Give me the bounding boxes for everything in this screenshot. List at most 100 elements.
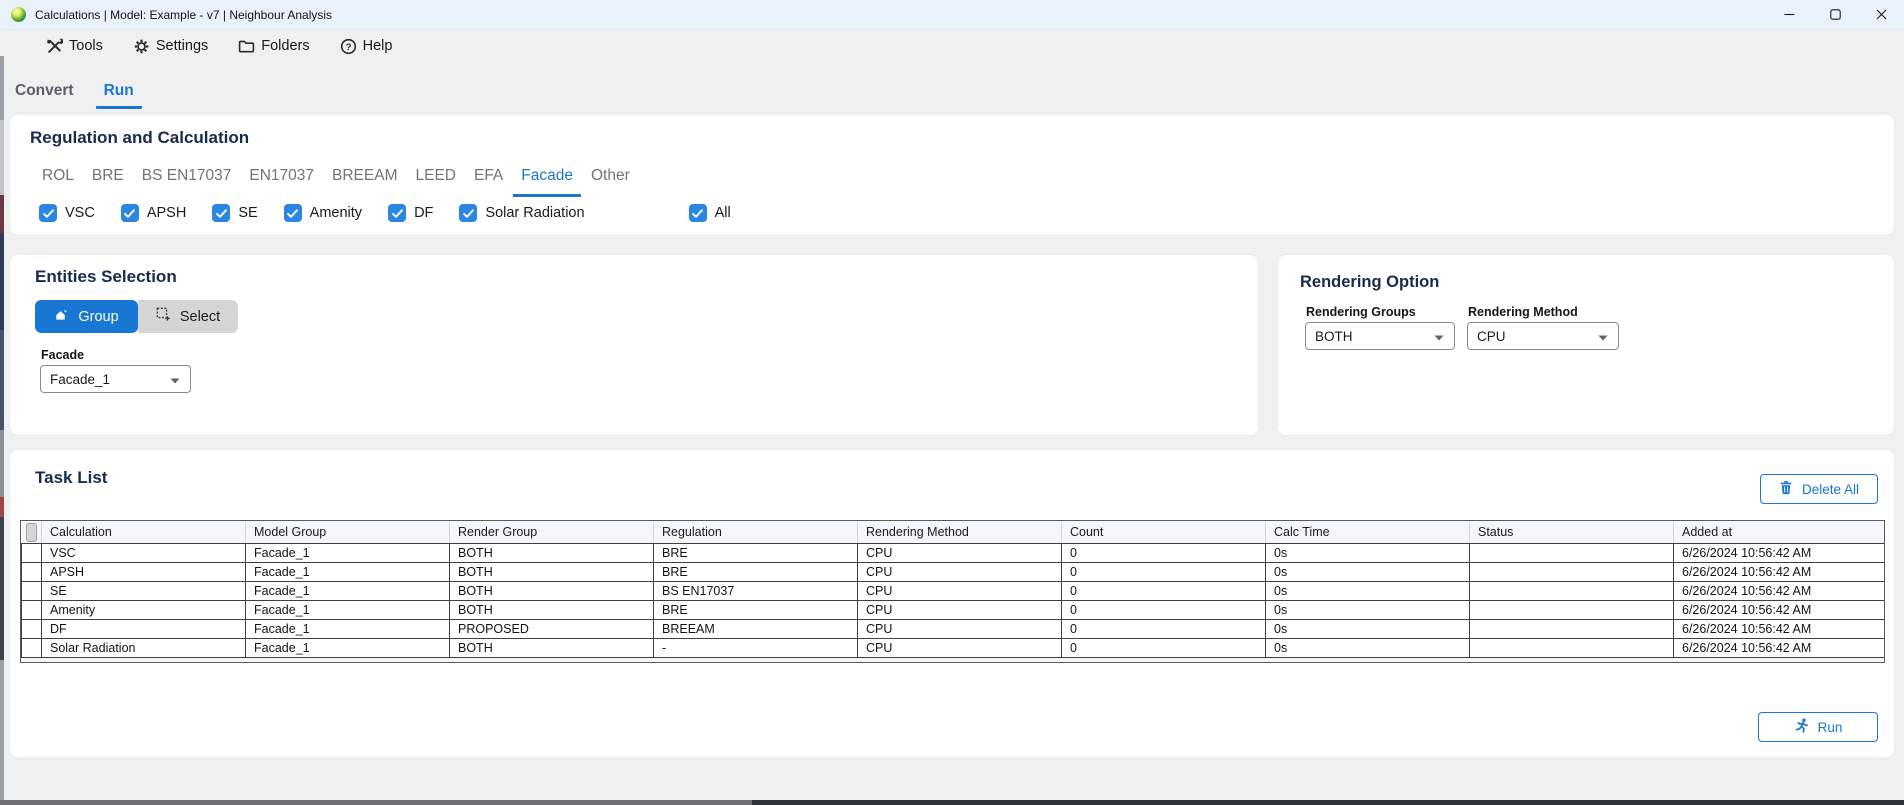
table-cell bbox=[1470, 620, 1674, 639]
table-cell: 0 bbox=[1062, 639, 1266, 658]
column-header-count[interactable]: Count bbox=[1062, 521, 1266, 544]
checkbox-all[interactable]: All bbox=[689, 204, 731, 222]
column-header-regulation[interactable]: Regulation bbox=[654, 521, 858, 544]
column-header-rendering-method[interactable]: Rendering Method bbox=[858, 521, 1062, 544]
table-cell: CPU bbox=[858, 544, 1062, 563]
menu-help[interactable]: ? Help bbox=[340, 38, 393, 55]
table-cell: BOTH bbox=[450, 601, 654, 620]
select-marquee-icon bbox=[156, 307, 171, 326]
table-cell: BOTH bbox=[450, 563, 654, 582]
checkbox-checked-icon bbox=[212, 204, 230, 222]
regulation-tab-bre[interactable]: BRE bbox=[84, 167, 132, 197]
regulation-tab-other[interactable]: Other bbox=[583, 167, 638, 197]
table-cell: 0 bbox=[1062, 544, 1266, 563]
regulation-card: Regulation and Calculation ROL BRE BS EN… bbox=[10, 115, 1894, 235]
regulation-tab-en17037[interactable]: EN17037 bbox=[241, 167, 322, 197]
minimize-button[interactable] bbox=[1766, 0, 1812, 29]
checkbox-label: APSH bbox=[147, 205, 187, 221]
menu-label: Help bbox=[363, 38, 393, 54]
svg-text:?: ? bbox=[345, 41, 351, 52]
maximize-button[interactable] bbox=[1812, 0, 1858, 29]
table-row[interactable]: AmenityFacade_1BOTHBRECPU00s6/26/2024 10… bbox=[22, 601, 1885, 620]
delete-all-label: Delete All bbox=[1802, 482, 1859, 497]
table-cell: 0 bbox=[1062, 582, 1266, 601]
row-selector[interactable] bbox=[22, 639, 42, 658]
row-selector[interactable] bbox=[22, 620, 42, 639]
runner-icon bbox=[1794, 718, 1809, 737]
menu-label: Folders bbox=[261, 38, 309, 54]
table-cell: 0s bbox=[1266, 601, 1470, 620]
table-row[interactable]: DFFacade_1PROPOSEDBREEAMCPU00s6/26/2024 … bbox=[22, 620, 1885, 639]
table-row[interactable]: APSHFacade_1BOTHBRECPU00s6/26/2024 10:56… bbox=[22, 563, 1885, 582]
regulation-tab-leed[interactable]: LEED bbox=[407, 167, 464, 197]
table-cell: CPU bbox=[858, 582, 1062, 601]
table-cell: 0s bbox=[1266, 544, 1470, 563]
tools-icon bbox=[46, 38, 63, 55]
table-row[interactable]: VSCFacade_1BOTHBRECPU00s6/26/2024 10:56:… bbox=[22, 544, 1885, 563]
column-header-status[interactable]: Status bbox=[1470, 521, 1674, 544]
regulation-tab-facade[interactable]: Facade bbox=[513, 167, 581, 197]
group-mode-button[interactable]: Group bbox=[35, 300, 138, 333]
table-cell: BRE bbox=[654, 563, 858, 582]
checkbox-apsh[interactable]: APSH bbox=[121, 204, 187, 222]
column-header-calculation[interactable]: Calculation bbox=[42, 521, 246, 544]
tab-run[interactable]: Run bbox=[96, 62, 142, 109]
checkbox-checked-icon bbox=[388, 204, 406, 222]
column-header-model-group[interactable]: Model Group bbox=[246, 521, 450, 544]
task-table-grid: CalculationModel GroupRender GroupRegula… bbox=[21, 521, 1885, 658]
table-cell bbox=[1470, 639, 1674, 658]
group-button-label: Group bbox=[78, 309, 118, 325]
regulation-tab-rol[interactable]: ROL bbox=[34, 167, 82, 197]
rendering-groups-label: Rendering Groups bbox=[1306, 305, 1416, 319]
table-cell: 6/26/2024 10:56:42 AM bbox=[1674, 582, 1885, 601]
tab-convert[interactable]: Convert bbox=[7, 62, 82, 106]
select-all-header[interactable] bbox=[22, 521, 42, 544]
column-header-calc-time[interactable]: Calc Time bbox=[1266, 521, 1470, 544]
table-cell: 6/26/2024 10:56:42 AM bbox=[1674, 639, 1885, 658]
menu-folders[interactable]: Folders bbox=[238, 38, 309, 55]
checkbox-solar-radiation[interactable]: Solar Radiation bbox=[459, 204, 584, 222]
titlebar: Calculations | Model: Example - v7 | Nei… bbox=[0, 0, 1904, 30]
checkbox-amenity[interactable]: Amenity bbox=[284, 204, 362, 222]
facade-dropdown-value: Facade_1 bbox=[50, 372, 110, 387]
facade-field-label: Facade bbox=[41, 348, 84, 362]
table-cell: Solar Radiation bbox=[42, 639, 246, 658]
checkbox-se[interactable]: SE bbox=[212, 204, 257, 222]
run-button[interactable]: Run bbox=[1758, 712, 1878, 742]
row-selector-pill bbox=[26, 523, 37, 542]
table-cell: Facade_1 bbox=[246, 563, 450, 582]
checkbox-label: SE bbox=[238, 205, 257, 221]
table-cell: 0s bbox=[1266, 620, 1470, 639]
table-cell: BRE bbox=[654, 544, 858, 563]
checkbox-df[interactable]: DF bbox=[388, 204, 433, 222]
row-selector[interactable] bbox=[22, 544, 42, 563]
table-cell: Facade_1 bbox=[246, 620, 450, 639]
column-header-added-at[interactable]: Added at bbox=[1674, 521, 1885, 544]
row-selector[interactable] bbox=[22, 563, 42, 582]
row-selector[interactable] bbox=[22, 601, 42, 620]
select-mode-button[interactable]: Select bbox=[138, 300, 238, 333]
menu-label: Settings bbox=[156, 38, 208, 54]
facade-dropdown[interactable]: Facade_1 bbox=[40, 365, 191, 393]
rendering-groups-dropdown[interactable]: BOTH bbox=[1305, 322, 1455, 350]
table-row[interactable]: SEFacade_1BOTHBS EN17037CPU00s6/26/2024 … bbox=[22, 582, 1885, 601]
close-button[interactable] bbox=[1858, 0, 1904, 29]
checkbox-checked-icon bbox=[459, 204, 477, 222]
row-selector[interactable] bbox=[22, 582, 42, 601]
table-cell: CPU bbox=[858, 601, 1062, 620]
column-header-render-group[interactable]: Render Group bbox=[450, 521, 654, 544]
chevron-down-icon bbox=[1598, 329, 1608, 344]
menu-tools[interactable]: Tools bbox=[46, 38, 103, 55]
table-row[interactable]: Solar RadiationFacade_1BOTH-CPU00s6/26/2… bbox=[22, 639, 1885, 658]
regulation-tab-breeam[interactable]: BREEAM bbox=[324, 167, 405, 197]
regulation-tab-bs-en17037[interactable]: BS EN17037 bbox=[134, 167, 240, 197]
table-cell: CPU bbox=[858, 620, 1062, 639]
regulation-tab-efa[interactable]: EFA bbox=[466, 167, 511, 197]
checkbox-vsc[interactable]: VSC bbox=[39, 204, 95, 222]
menu-settings[interactable]: Settings bbox=[133, 38, 208, 55]
table-cell: DF bbox=[42, 620, 246, 639]
delete-all-button[interactable]: Delete All bbox=[1760, 474, 1878, 504]
rendering-method-dropdown[interactable]: CPU bbox=[1467, 322, 1619, 350]
task-table: CalculationModel GroupRender GroupRegula… bbox=[20, 520, 1885, 663]
gear-icon bbox=[133, 38, 150, 55]
